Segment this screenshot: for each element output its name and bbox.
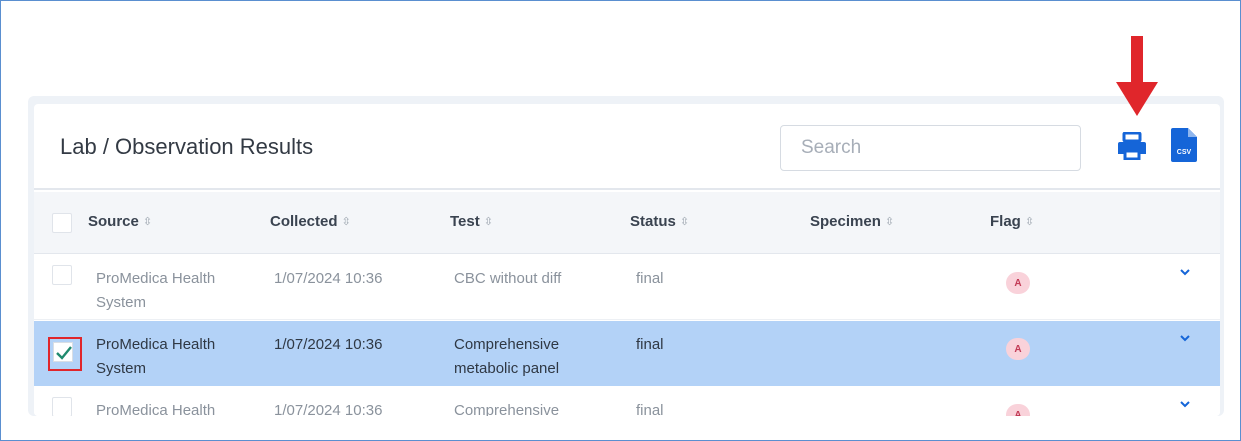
print-button[interactable] [1117,131,1147,161]
collected-cell: 1/07/2024 10:36 [274,270,383,287]
row-checkbox[interactable] [52,265,72,285]
test-cell: CBC without diff [454,267,561,291]
column-label: Test [450,213,480,230]
source-text: ProMedica Health [96,270,216,287]
status-cell: final [636,402,664,416]
chevron-down-icon[interactable] [1178,397,1192,411]
column-header-test[interactable]: Test ⇳ [450,213,493,230]
chevron-down-icon[interactable] [1178,331,1192,345]
source-cell: ProMedica Health System [96,333,215,381]
page-title: Lab / Observation Results [60,134,314,159]
sort-icon: ⇳ [142,216,153,228]
collected-cell: 1/07/2024 10:36 [274,336,383,353]
search-input[interactable] [780,125,1081,171]
column-header-flag[interactable]: Flag ⇳ [990,213,1034,230]
panel-header: Lab / Observation Results CSV [34,104,1220,190]
collected-cell: 1/07/2024 10:36 [274,402,383,416]
table-row[interactable]: ProMedica Health System 1/07/2024 10:36 … [34,255,1220,320]
test-cell: Comprehensive metabolic panel [454,333,559,381]
status-cell: final [636,336,664,353]
test-text: metabolic panel [454,360,560,377]
csv-icon-label: CSV [1177,149,1192,156]
test-text: Comprehensive [454,336,560,353]
flag-badge: A [1006,338,1030,360]
source-text: ProMedica Health [96,402,216,416]
test-cell: Comprehensive [454,399,559,416]
test-text: CBC without diff [454,270,562,287]
chevron-down-icon[interactable] [1178,265,1192,279]
select-all-checkbox[interactable] [52,213,72,233]
lab-results-card: Lab / Observation Results CSV [34,104,1220,416]
table-row-selected[interactable]: ProMedica Health System 1/07/2024 10:36 … [34,321,1220,386]
red-down-arrow-icon [1116,36,1158,116]
table-header: Source ⇳ Collected ⇳ Test ⇳ Status ⇳ Spe… [34,192,1220,254]
sort-icon: ⇳ [341,216,351,228]
column-header-source[interactable]: Source ⇳ [88,213,152,230]
checkmark-icon [56,346,72,360]
source-text: System [96,294,147,311]
sort-icon: ⇳ [679,216,690,228]
row-checkbox-checked[interactable] [53,342,73,362]
column-header-collected[interactable]: Collected ⇳ [270,213,351,230]
status-cell: final [636,270,664,287]
column-header-status[interactable]: Status ⇳ [630,213,689,230]
test-text: Comprehensive [454,402,560,416]
source-text: System [96,360,147,377]
column-label: Source [88,213,139,230]
row-checkbox[interactable] [52,397,72,416]
source-cell: ProMedica Health System [96,267,215,315]
column-label: Status [630,213,676,230]
csv-file-icon: CSV [1171,128,1197,162]
sort-icon: ⇳ [483,216,493,228]
print-icon [1118,131,1146,161]
table-row[interactable]: ProMedica Health 1/07/2024 10:36 Compreh… [34,387,1220,416]
source-text: ProMedica Health [96,336,216,353]
column-header-specimen[interactable]: Specimen ⇳ [810,213,894,230]
column-label: Collected [270,213,338,230]
source-cell: ProMedica Health [96,399,215,416]
sort-icon: ⇳ [884,216,895,228]
lab-results-panel: Lab / Observation Results CSV [28,96,1224,416]
column-label: Specimen [810,213,881,230]
flag-badge: A [1006,272,1030,294]
export-csv-button[interactable]: CSV [1171,128,1197,162]
column-label: Flag [990,213,1021,230]
flag-badge: A [1006,404,1030,416]
sort-icon: ⇳ [1024,216,1035,228]
